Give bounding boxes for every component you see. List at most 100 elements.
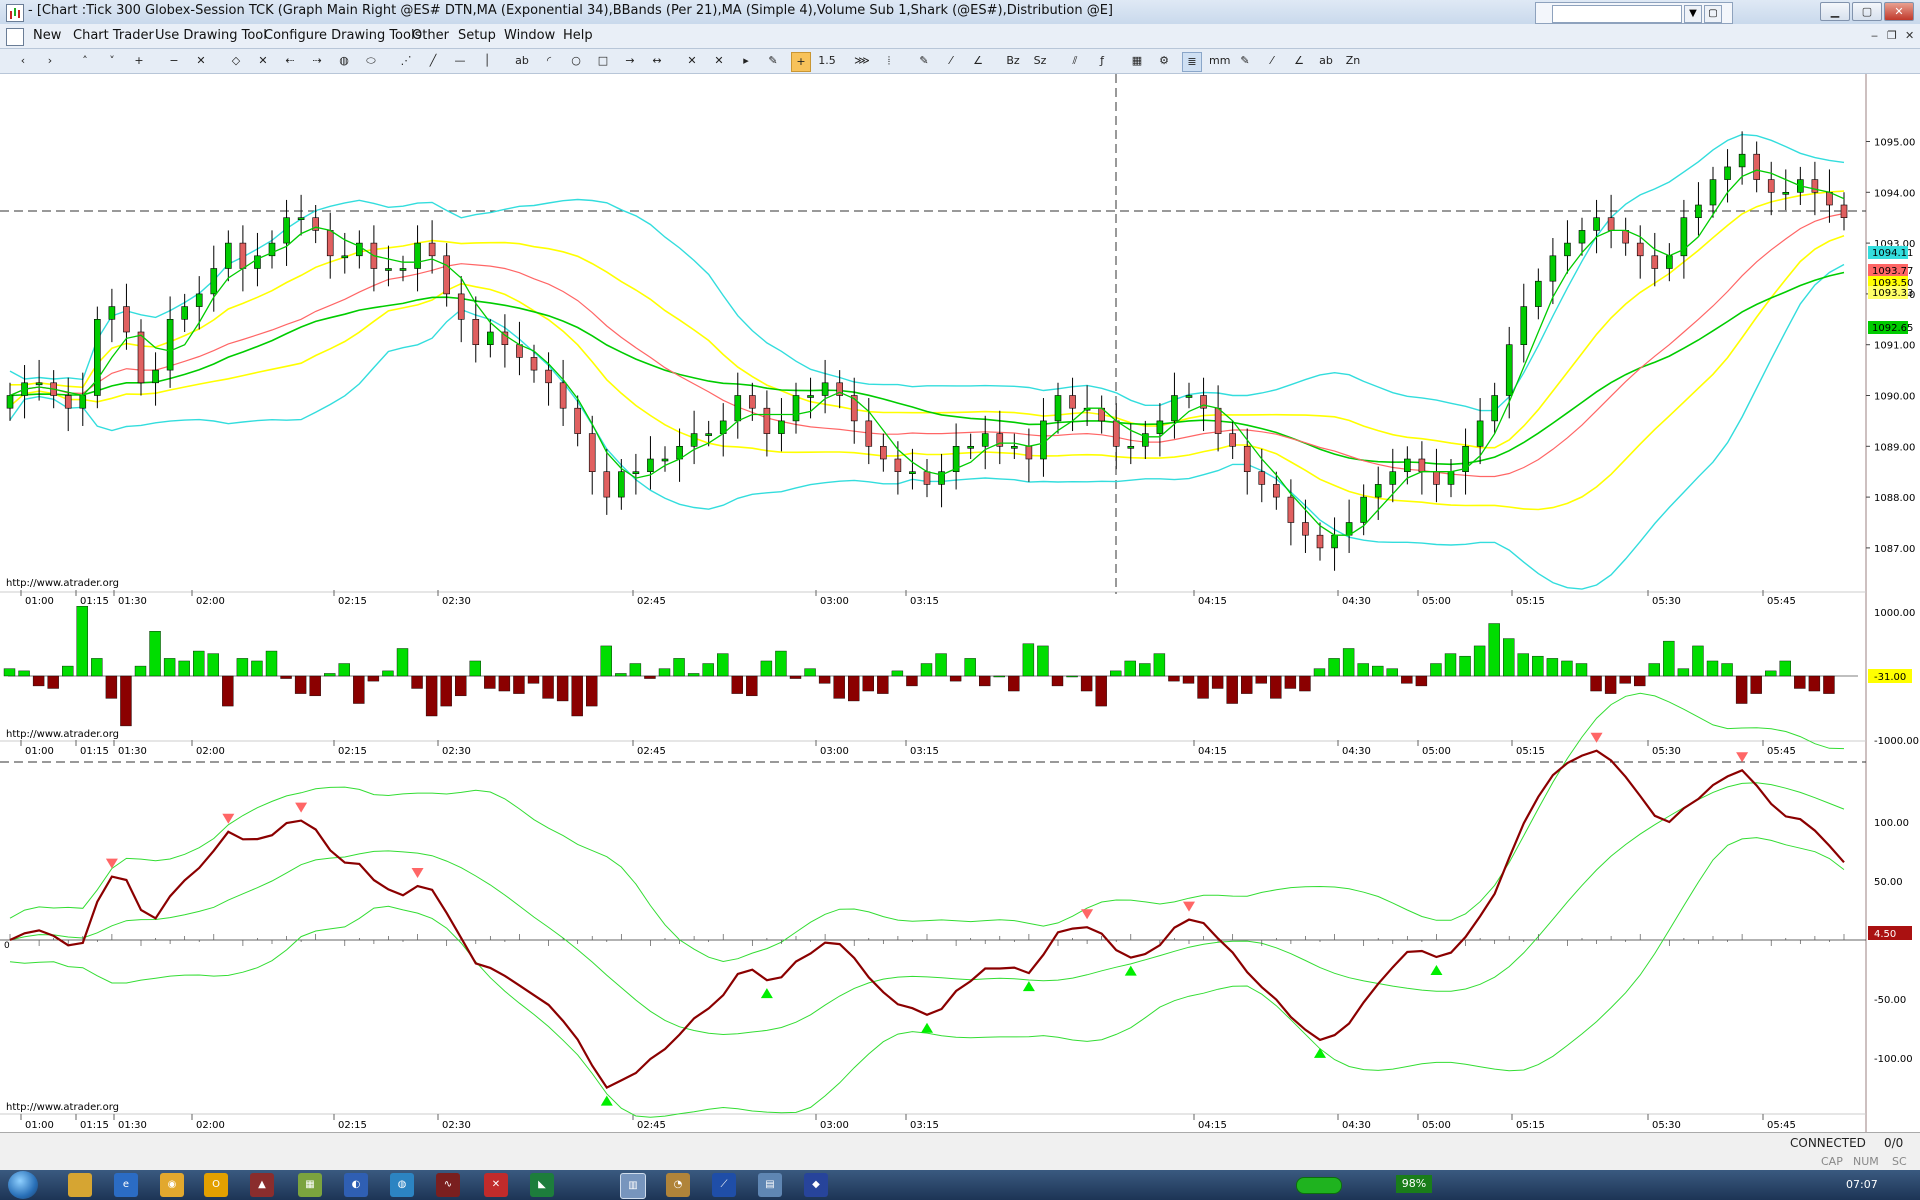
tool-button-17[interactable]: ab bbox=[513, 52, 531, 70]
tool-button-16[interactable]: │ bbox=[478, 52, 496, 70]
volume-bar bbox=[1503, 638, 1515, 677]
price-tick-label: 1095.00 bbox=[1874, 138, 1915, 149]
folder-icon[interactable] bbox=[68, 1173, 92, 1197]
app-icon-5[interactable]: ∿ bbox=[436, 1173, 460, 1197]
tool-button-23[interactable]: ✕ bbox=[683, 52, 701, 70]
volume-bar bbox=[629, 663, 642, 677]
tool-button-35[interactable]: Sz bbox=[1031, 52, 1049, 70]
chart-app-icon[interactable]: ▥ bbox=[620, 1173, 646, 1199]
volume-bar bbox=[498, 675, 511, 692]
start-button[interactable] bbox=[8, 1171, 38, 1199]
tool-button-10[interactable]: ⇢ bbox=[308, 52, 326, 70]
tool-button-22[interactable]: ↔ bbox=[648, 52, 666, 70]
volume-bar bbox=[571, 675, 583, 717]
tool-button-43[interactable]: ⁄ bbox=[1263, 52, 1281, 70]
tool-button-45[interactable]: ab bbox=[1317, 52, 1335, 70]
tool-button-20[interactable]: □ bbox=[594, 52, 612, 70]
chevron-down-icon[interactable]: ▼ bbox=[1684, 5, 1702, 23]
app-icon-11[interactable]: ◆ bbox=[804, 1173, 828, 1197]
tool-button-26[interactable]: ✎ bbox=[764, 52, 782, 70]
tool-button-8[interactable]: ✕ bbox=[254, 52, 272, 70]
candle-body bbox=[1840, 204, 1848, 218]
app-icon-3[interactable]: ◐ bbox=[344, 1173, 368, 1197]
volume-bar bbox=[949, 675, 962, 682]
menu-new[interactable]: New bbox=[33, 28, 61, 43]
tool-button-39[interactable]: ⚙ bbox=[1155, 52, 1173, 70]
tool-button-0[interactable]: ‹ bbox=[14, 52, 32, 70]
app-icon-8[interactable]: ◔ bbox=[666, 1173, 690, 1197]
tool-button-4[interactable]: + bbox=[130, 52, 148, 70]
tool-button-27[interactable]: + bbox=[791, 52, 811, 72]
menu-use-drawing-tool[interactable]: Use Drawing Tool bbox=[155, 28, 267, 43]
tool-button-6[interactable]: ✕ bbox=[192, 52, 210, 70]
tool-button-9[interactable]: ⇠ bbox=[281, 52, 299, 70]
ie-icon[interactable]: e bbox=[114, 1173, 138, 1197]
buy-marker bbox=[600, 1095, 613, 1106]
volume-bar bbox=[1226, 675, 1238, 704]
tool-button-28[interactable]: 1.5 bbox=[818, 52, 836, 70]
sell-marker bbox=[105, 858, 118, 869]
tool-button-18[interactable]: ◜ bbox=[540, 52, 558, 70]
menu-configure-drawing-tools[interactable]: Configure Drawing Tools bbox=[264, 28, 421, 43]
tool-button-15[interactable]: — bbox=[451, 52, 469, 70]
tool-button-19[interactable]: ○ bbox=[567, 52, 585, 70]
app-icon-10[interactable]: ▤ bbox=[758, 1173, 782, 1197]
volume-bar bbox=[600, 645, 612, 677]
minimize-button[interactable]: ▁ bbox=[1820, 2, 1850, 21]
menu-chart-trader[interactable]: Chart Trader bbox=[73, 28, 154, 43]
close-button[interactable]: ✕ bbox=[1884, 2, 1914, 21]
tool-button-11[interactable]: ◍ bbox=[335, 52, 353, 70]
mdi-minimize-icon[interactable]: ‒ bbox=[1871, 29, 1878, 42]
menu-setup[interactable]: Setup bbox=[458, 28, 496, 43]
menu-help[interactable]: Help bbox=[563, 28, 593, 43]
chart-svg[interactable]: 01:00 01:15 01:30 02:00 02:15 02:30 02:45 03:00… bbox=[0, 74, 1920, 1132]
volume-bar bbox=[920, 663, 933, 677]
tool-button-7[interactable]: ◇ bbox=[227, 52, 245, 70]
tool-button-2[interactable]: ˄ bbox=[76, 52, 94, 70]
volume-bar bbox=[18, 670, 30, 677]
maximize-button[interactable]: ▢ bbox=[1852, 2, 1882, 21]
tool-button-13[interactable]: ⋰ bbox=[397, 52, 415, 70]
tool-button-40[interactable]: ≣ bbox=[1182, 52, 1202, 72]
volume-bar bbox=[818, 675, 831, 684]
tool-button-38[interactable]: ▦ bbox=[1128, 52, 1146, 70]
app-icon-1[interactable]: ▲ bbox=[250, 1173, 274, 1197]
tool-button-14[interactable]: ╱ bbox=[424, 52, 442, 70]
tool-button-34[interactable]: Bz bbox=[1004, 52, 1022, 70]
mdi-close-icon[interactable]: ✕ bbox=[1905, 29, 1914, 42]
mdi-restore-icon[interactable]: ❐ bbox=[1887, 29, 1897, 42]
office-icon[interactable]: O bbox=[204, 1173, 228, 1197]
battery-icon[interactable] bbox=[1296, 1177, 1342, 1194]
tool-button-42[interactable]: ✎ bbox=[1236, 52, 1254, 70]
tool-button-44[interactable]: ∠ bbox=[1290, 52, 1308, 70]
tool-button-41[interactable]: mm bbox=[1209, 52, 1230, 70]
time-tick-label: 02:00 bbox=[196, 1120, 225, 1131]
tool-button-46[interactable]: Zn bbox=[1344, 52, 1362, 70]
symbol-input[interactable] bbox=[1552, 5, 1682, 23]
app-icon-2[interactable]: ▦ bbox=[298, 1173, 322, 1197]
app-icon-7[interactable]: ◣ bbox=[530, 1173, 554, 1197]
tool-button-24[interactable]: ✕ bbox=[710, 52, 728, 70]
chrome-icon[interactable]: ◉ bbox=[160, 1173, 184, 1197]
tool-button-32[interactable]: ⁄ bbox=[942, 52, 960, 70]
tool-button-29[interactable]: ⋙ bbox=[853, 52, 871, 70]
tool-button-21[interactable]: → bbox=[621, 52, 639, 70]
tool-button-36[interactable]: ⫽ bbox=[1066, 52, 1084, 70]
restore-icon[interactable]: ▢ bbox=[1704, 5, 1722, 23]
app-icon-9[interactable]: ⟋ bbox=[712, 1173, 736, 1197]
tool-button-1[interactable]: › bbox=[41, 52, 59, 70]
app-icon-6[interactable]: ✕ bbox=[484, 1173, 508, 1197]
tool-button-31[interactable]: ✎ bbox=[915, 52, 933, 70]
tool-button-33[interactable]: ∠ bbox=[969, 52, 987, 70]
volume-bar bbox=[193, 650, 205, 677]
tool-button-30[interactable]: ⦙ bbox=[880, 52, 898, 70]
tool-button-37[interactable]: ƒ bbox=[1093, 52, 1111, 70]
tool-button-25[interactable]: ▸ bbox=[737, 52, 755, 70]
menu-window[interactable]: Window bbox=[504, 28, 555, 43]
app-icon-4[interactable]: ◍ bbox=[390, 1173, 414, 1197]
tool-button-5[interactable]: − bbox=[165, 52, 183, 70]
candle-body bbox=[181, 306, 188, 320]
tool-button-12[interactable]: ⬭ bbox=[362, 52, 380, 70]
menu-other[interactable]: Other bbox=[412, 28, 449, 43]
tool-button-3[interactable]: ˅ bbox=[103, 52, 121, 70]
